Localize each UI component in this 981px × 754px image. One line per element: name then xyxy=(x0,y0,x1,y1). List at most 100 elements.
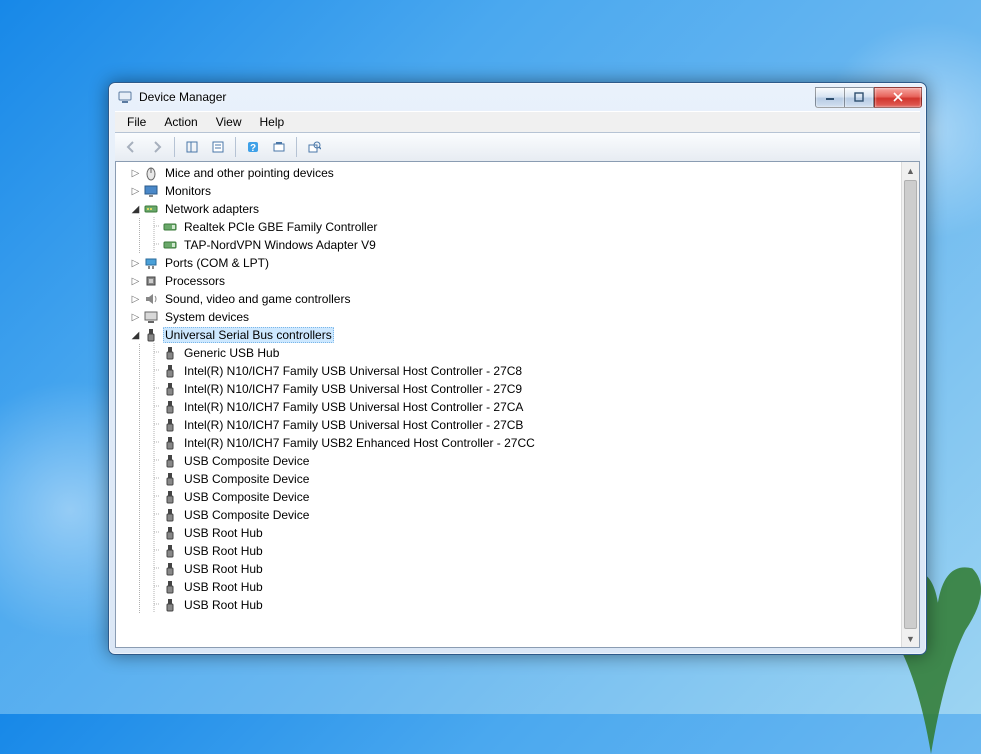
usb-icon xyxy=(162,525,178,541)
titlebar[interactable]: Device Manager xyxy=(109,83,926,111)
nic-icon xyxy=(162,237,178,253)
usb-icon xyxy=(162,507,178,523)
show-hide-console-tree-button[interactable] xyxy=(180,135,204,159)
tree-item-label: USB Composite Device xyxy=(182,454,311,468)
tree-item[interactable]: USB Composite Device xyxy=(116,470,902,488)
usb-icon xyxy=(162,435,178,451)
device-tree[interactable]: ▷ Mice and other pointing devices ▷ Monitor… xyxy=(116,162,902,647)
usb-icon xyxy=(162,597,178,613)
expand-toggle-icon[interactable]: ▷ xyxy=(130,312,141,323)
tree-item[interactable]: Realtek PCIe GBE Family Controller xyxy=(116,218,902,236)
scroll-thumb[interactable] xyxy=(904,180,917,629)
close-button[interactable] xyxy=(874,87,922,108)
tree-item[interactable]: ▷ Ports (COM & LPT) xyxy=(116,254,902,272)
tree-item[interactable]: USB Root Hub xyxy=(116,524,902,542)
system-icon xyxy=(143,309,159,325)
collapse-toggle-icon[interactable]: ◢ xyxy=(130,330,141,341)
tree-item[interactable]: Intel(R) N10/ICH7 Family USB2 Enhanced H… xyxy=(116,434,902,452)
expand-toggle-icon[interactable]: ▷ xyxy=(130,294,141,305)
nic-icon xyxy=(162,219,178,235)
tree-item[interactable]: ◢Network adapters xyxy=(116,200,902,218)
menu-view[interactable]: View xyxy=(208,113,250,131)
collapse-toggle-icon[interactable]: ◢ xyxy=(130,204,141,215)
tree-item-label: Intel(R) N10/ICH7 Family USB Universal H… xyxy=(182,400,525,414)
menu-help[interactable]: Help xyxy=(252,113,293,131)
usb-icon xyxy=(162,543,178,559)
help-button[interactable]: ? xyxy=(241,135,265,159)
tree-item[interactable]: USB Composite Device xyxy=(116,506,902,524)
tree-item-label: USB Root Hub xyxy=(182,544,265,558)
toolbar-separator xyxy=(174,137,175,157)
tree-item[interactable]: ▷ Mice and other pointing devices xyxy=(116,164,902,182)
tree-item[interactable]: ▷ Monitors xyxy=(116,182,902,200)
usb-icon xyxy=(162,363,178,379)
usb-icon xyxy=(162,381,178,397)
svg-text:?: ? xyxy=(250,143,256,154)
properties-button[interactable] xyxy=(206,135,230,159)
tree-item-label: USB Root Hub xyxy=(182,526,265,540)
tree-item[interactable]: USB Root Hub xyxy=(116,542,902,560)
toolbar-separator xyxy=(235,137,236,157)
tree-item-label: TAP-NordVPN Windows Adapter V9 xyxy=(182,238,378,252)
mouse-icon xyxy=(143,165,159,181)
usb-icon xyxy=(162,399,178,415)
update-driver-button[interactable] xyxy=(302,135,326,159)
tree-item[interactable]: USB Composite Device xyxy=(116,488,902,506)
usb-icon xyxy=(162,471,178,487)
back-button[interactable] xyxy=(119,135,143,159)
expand-toggle-icon[interactable]: ▷ xyxy=(130,276,141,287)
tree-item-label: Ports (COM & LPT) xyxy=(163,256,271,270)
window-title: Device Manager xyxy=(139,90,815,104)
tree-item[interactable]: ◢Universal Serial Bus controllers xyxy=(116,326,902,344)
tree-item-label: USB Composite Device xyxy=(182,508,311,522)
tree-item[interactable]: USB Root Hub xyxy=(116,596,902,614)
expand-toggle-icon[interactable]: ▷ xyxy=(130,186,141,197)
tree-item[interactable]: ▷Sound, video and game controllers xyxy=(116,290,902,308)
tree-item-label: Generic USB Hub xyxy=(182,346,281,360)
tree-connector xyxy=(149,235,160,256)
tree-item-label: Mice and other pointing devices xyxy=(163,166,336,180)
tree-item[interactable]: ▷System devices xyxy=(116,308,902,326)
monitor-icon xyxy=(143,183,159,199)
tree-item[interactable]: ▷ Processors xyxy=(116,272,902,290)
toolbar: ? xyxy=(115,132,920,162)
sound-icon xyxy=(143,291,159,307)
tree-item[interactable]: Intel(R) N10/ICH7 Family USB Universal H… xyxy=(116,416,902,434)
expand-toggle-icon[interactable]: ▷ xyxy=(130,258,141,269)
expand-toggle-icon[interactable]: ▷ xyxy=(130,168,141,179)
tree-item-label: USB Composite Device xyxy=(182,490,311,504)
menu-file[interactable]: File xyxy=(119,113,154,131)
usb-icon xyxy=(143,327,159,343)
usb-icon xyxy=(162,561,178,577)
scroll-down-button[interactable]: ▼ xyxy=(902,630,919,647)
usb-icon xyxy=(162,489,178,505)
tree-item[interactable]: Generic USB Hub xyxy=(116,344,902,362)
minimize-button[interactable] xyxy=(815,87,844,108)
forward-button[interactable] xyxy=(145,135,169,159)
vertical-scrollbar[interactable]: ▲ ▼ xyxy=(901,162,919,647)
tree-item[interactable]: USB Composite Device xyxy=(116,452,902,470)
scroll-up-button[interactable]: ▲ xyxy=(902,162,919,179)
usb-icon xyxy=(162,417,178,433)
network-icon xyxy=(143,201,159,217)
toolbar-separator xyxy=(296,137,297,157)
usb-icon xyxy=(162,345,178,361)
tree-item[interactable]: TAP-NordVPN Windows Adapter V9 xyxy=(116,236,902,254)
tree-item-label: Intel(R) N10/ICH7 Family USB Universal H… xyxy=(182,382,524,396)
port-icon xyxy=(143,255,159,271)
tree-item[interactable]: Intel(R) N10/ICH7 Family USB Universal H… xyxy=(116,362,902,380)
tree-item-label: Monitors xyxy=(163,184,213,198)
tree-item[interactable]: USB Root Hub xyxy=(116,560,902,578)
tree-item-label: Processors xyxy=(163,274,227,288)
tree-item-label: USB Root Hub xyxy=(182,562,265,576)
usb-icon xyxy=(162,453,178,469)
tree-item-label: Realtek PCIe GBE Family Controller xyxy=(182,220,379,234)
scan-hardware-button[interactable] xyxy=(267,135,291,159)
maximize-button[interactable] xyxy=(844,87,874,108)
device-manager-window: Device Manager File Action View Help ? xyxy=(108,82,927,655)
tree-item[interactable]: Intel(R) N10/ICH7 Family USB Universal H… xyxy=(116,398,902,416)
tree-item[interactable]: Intel(R) N10/ICH7 Family USB Universal H… xyxy=(116,380,902,398)
tree-connector xyxy=(149,595,160,616)
menu-action[interactable]: Action xyxy=(156,113,205,131)
tree-item[interactable]: USB Root Hub xyxy=(116,578,902,596)
